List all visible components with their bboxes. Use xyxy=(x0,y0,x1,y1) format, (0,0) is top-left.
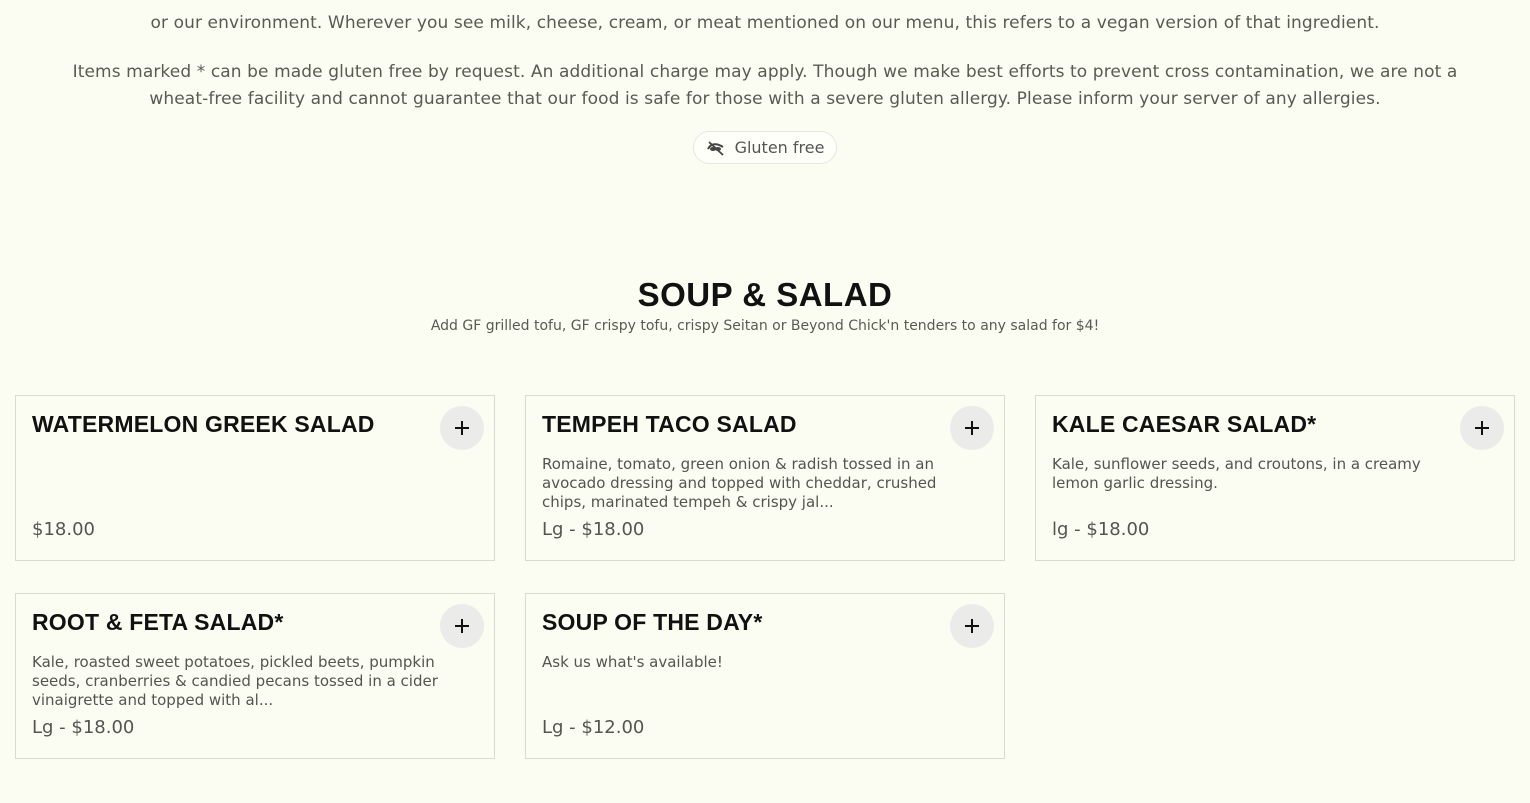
menu-item-card[interactable]: SOUP OF THE DAY* Ask us what's available… xyxy=(525,593,1005,759)
menu-item-name: ROOT & FETA SALAD* xyxy=(32,609,284,635)
add-item-button[interactable] xyxy=(440,604,484,648)
menu-item-description: Kale, sunflower seeds, and croutons, in … xyxy=(1052,455,1421,492)
gluten-notice: Items marked * can be made gluten free b… xyxy=(0,59,1530,113)
menu-item-price: $18.00 xyxy=(32,519,95,540)
add-item-button[interactable] xyxy=(950,604,994,648)
vegan-notice-cutoff-line xyxy=(0,0,1530,10)
menu-item-card[interactable]: WATERMELON GREEK SALAD $18.00 xyxy=(15,395,495,561)
gluten-free-label: Gluten free xyxy=(734,138,825,157)
menu-item-price: Lg - $12.00 xyxy=(542,717,645,738)
menu-item-price: Lg - $18.00 xyxy=(32,717,135,738)
menu-item-description: Kale, roasted sweet potatoes, pickled be… xyxy=(32,653,438,709)
vegan-notice-text: or our environment. Wherever you see mil… xyxy=(150,13,1380,33)
menu-item-price: Lg - $18.00 xyxy=(542,519,645,540)
menu-item-description: Romaine, tomato, green onion & radish to… xyxy=(542,455,937,511)
menu-item-name: WATERMELON GREEK SALAD xyxy=(32,411,375,437)
menu-item-card[interactable]: ROOT & FETA SALAD* Kale, roasted sweet p… xyxy=(15,593,495,759)
menu-item-price: lg - $18.00 xyxy=(1052,519,1150,540)
add-item-button[interactable] xyxy=(950,406,994,450)
vegan-notice: or our environment. Wherever you see mil… xyxy=(0,0,1530,37)
plus-icon xyxy=(965,619,979,633)
plus-icon xyxy=(455,619,469,633)
menu-item-card[interactable]: KALE CAESAR SALAD* Kale, sunflower seeds… xyxy=(1035,395,1515,561)
plus-icon xyxy=(1475,421,1489,435)
gluten-free-filter-pill[interactable]: Gluten free xyxy=(693,131,837,164)
add-item-button[interactable] xyxy=(1460,406,1504,450)
menu-item-name: TEMPEH TACO SALAD xyxy=(542,411,797,437)
gluten-notice-line-1: Items marked * can be made gluten free b… xyxy=(72,62,1458,82)
menu-item-description: Ask us what's available! xyxy=(542,653,723,671)
gluten-free-icon xyxy=(706,140,726,156)
menu-item-card[interactable]: TEMPEH TACO SALAD Romaine, tomato, green… xyxy=(525,395,1005,561)
add-item-button[interactable] xyxy=(440,406,484,450)
section-subtitle: Add GF grilled tofu, GF crispy tofu, cri… xyxy=(430,318,1100,334)
plus-icon xyxy=(455,421,469,435)
menu-item-name: SOUP OF THE DAY* xyxy=(542,609,763,635)
plus-icon xyxy=(965,421,979,435)
section-title: SOUP & SALAD xyxy=(637,276,893,313)
menu-item-name: KALE CAESAR SALAD* xyxy=(1052,411,1317,437)
gluten-notice-line-2: wheat-free facility and cannot guarantee… xyxy=(149,89,1381,109)
